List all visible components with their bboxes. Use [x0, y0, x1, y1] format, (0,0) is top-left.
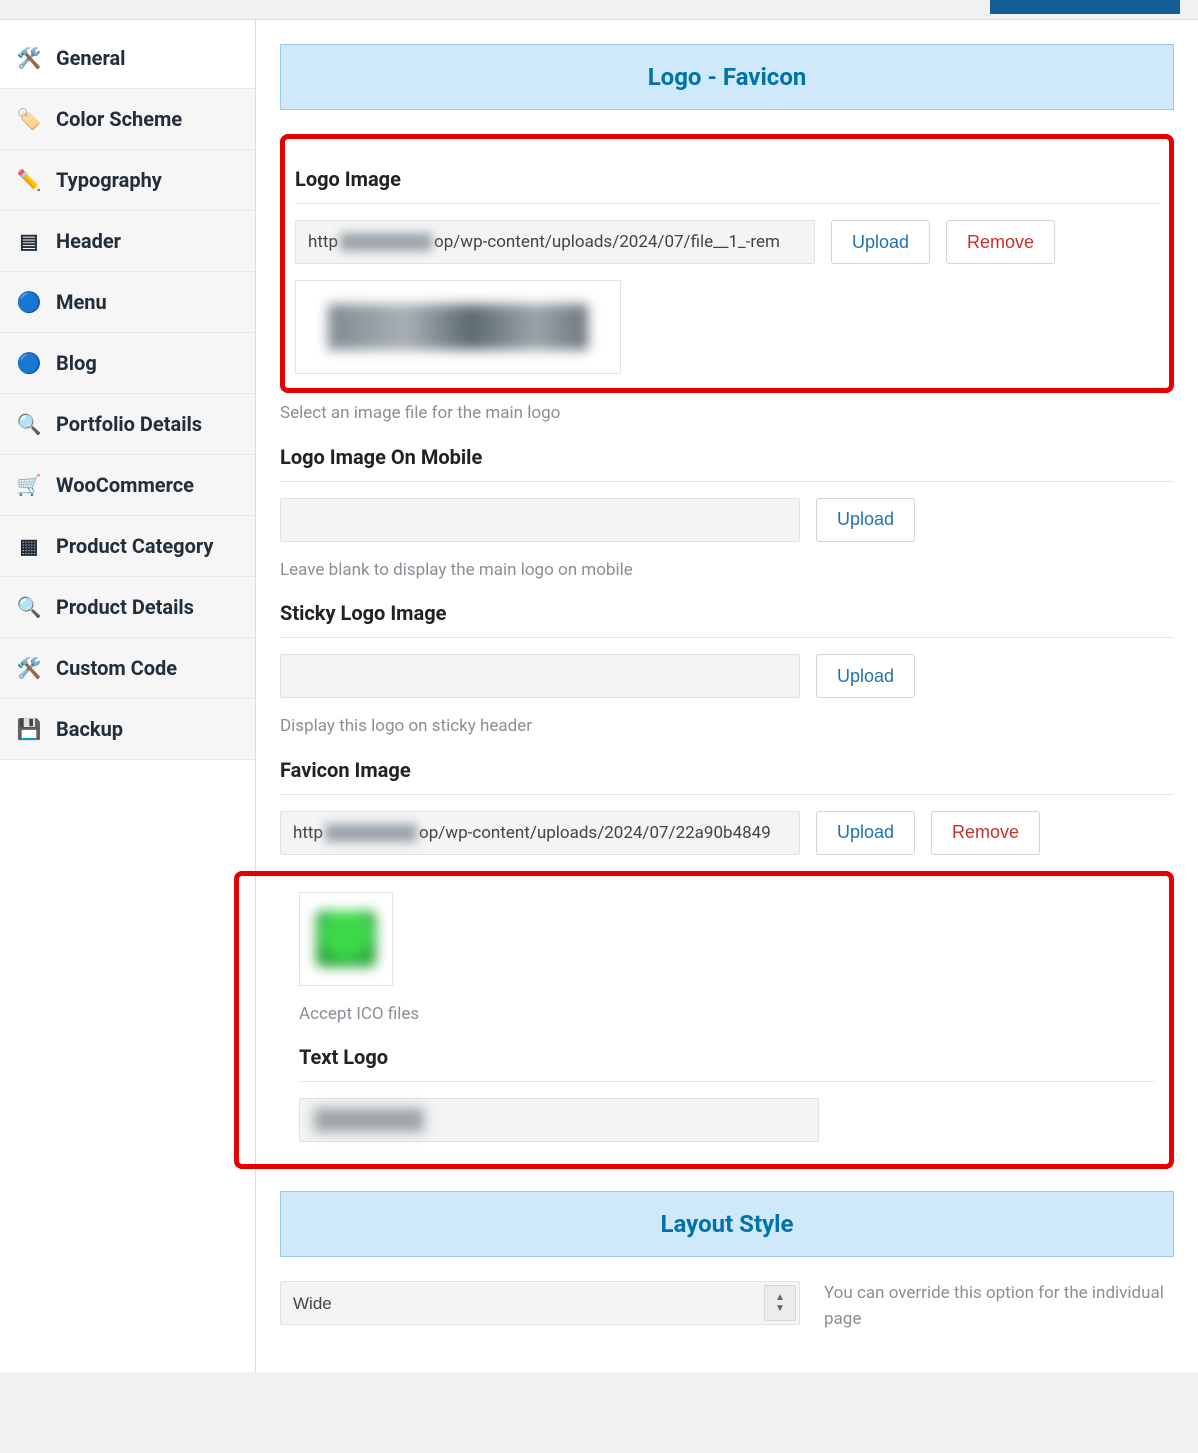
sidebar-item-label: Header	[56, 229, 121, 253]
redacted-host	[340, 233, 432, 251]
sidebar-item-label: Typography	[56, 168, 162, 192]
upload-button[interactable]: Upload	[831, 220, 930, 264]
sidebar-item-label: Portfolio Details	[56, 412, 202, 436]
disk-icon: 💾	[18, 718, 40, 740]
sidebar-item-portfolio-details[interactable]: 🔍 Portfolio Details	[0, 394, 255, 455]
cart-icon: 🛒	[18, 474, 40, 496]
logo-image-desc: Select an image file for the main logo	[280, 401, 800, 427]
logo-mobile-input[interactable]	[280, 498, 800, 542]
main-panel: Logo - Favicon Logo Image httpop/wp-cont…	[255, 20, 1198, 1372]
section-banner-logo-favicon: Logo - Favicon	[280, 44, 1174, 110]
sidebar-item-label: Custom Code	[56, 656, 177, 680]
circle-icon: 🔵	[18, 291, 40, 313]
sticky-logo-input[interactable]	[280, 654, 800, 698]
sidebar-item-header[interactable]: ▤ Header	[0, 211, 255, 272]
sidebar-item-product-category[interactable]: ▦ Product Category	[0, 516, 255, 577]
logo-image-url-input[interactable]: httpop/wp-content/uploads/2024/07/file__…	[295, 220, 815, 264]
tools-icon: 🛠️	[18, 657, 40, 679]
sidebar-item-general[interactable]: 🛠️ General	[0, 28, 255, 89]
upload-button[interactable]: Upload	[816, 654, 915, 698]
sticky-logo-desc: Display this logo on sticky header	[280, 714, 800, 740]
sidebar-item-label: Color Scheme	[56, 107, 182, 131]
sidebar-item-label: Blog	[56, 351, 97, 375]
select-arrows-icon: ▲▼	[764, 1285, 796, 1321]
logo-image-preview	[295, 280, 621, 374]
favicon-desc: Accept ICO files	[299, 1002, 819, 1028]
highlight-favicon-textlogo: Accept ICO files Text Logo	[234, 871, 1174, 1170]
tag-icon: 🏷️	[18, 108, 40, 130]
sidebar-item-color-scheme[interactable]: 🏷️ Color Scheme	[0, 89, 255, 150]
text-logo-blurred	[314, 1108, 424, 1132]
sidebar-item-backup[interactable]: 💾 Backup	[0, 699, 255, 760]
layout-select[interactable]: Wide	[280, 1281, 800, 1325]
sidebar-item-custom-code[interactable]: 🛠️ Custom Code	[0, 638, 255, 699]
sidebar-item-product-details[interactable]: 🔍 Product Details	[0, 577, 255, 638]
sidebar-item-label: Menu	[56, 290, 107, 314]
rows-icon: ▤	[18, 230, 40, 252]
redacted-host	[325, 824, 417, 842]
text-logo-input[interactable]	[299, 1098, 819, 1142]
section-banner-layout-style: Layout Style	[280, 1191, 1174, 1257]
magnify-icon: 🔍	[18, 596, 40, 618]
upload-button[interactable]: Upload	[816, 811, 915, 855]
tools-icon: 🛠️	[18, 47, 40, 69]
pencil-icon: ✏️	[18, 169, 40, 191]
favicon-url-input[interactable]: httpop/wp-content/uploads/2024/07/22a90b…	[280, 811, 800, 855]
sidebar-item-woocommerce[interactable]: 🛒 WooCommerce	[0, 455, 255, 516]
field-label-sticky-logo: Sticky Logo Image	[280, 601, 1174, 625]
highlight-logo-image: Logo Image httpop/wp-content/uploads/202…	[280, 134, 1174, 393]
upload-button[interactable]: Upload	[816, 498, 915, 542]
logo-mobile-desc: Leave blank to display the main logo on …	[280, 558, 800, 584]
field-label-favicon: Favicon Image	[280, 758, 1174, 782]
field-label-text-logo: Text Logo	[299, 1045, 1155, 1069]
sidebar-item-typography[interactable]: ✏️ Typography	[0, 150, 255, 211]
sidebar-item-label: Product Details	[56, 595, 194, 619]
sidebar-item-label: General	[56, 46, 125, 70]
circle-icon: 🔵	[18, 352, 40, 374]
layout-desc: You can override this option for the ind…	[824, 1281, 1164, 1332]
field-label-logo-image: Logo Image	[295, 167, 1159, 191]
topbar	[0, 0, 1198, 20]
sidebar-item-label: Product Category	[56, 534, 213, 558]
sidebar-item-label: WooCommerce	[56, 473, 194, 497]
field-label-logo-mobile: Logo Image On Mobile	[280, 445, 1174, 469]
grid-icon: ▦	[18, 535, 40, 557]
magnify-icon: 🔍	[18, 413, 40, 435]
sidebar-item-label: Backup	[56, 717, 123, 741]
topbar-action-strip[interactable]	[990, 0, 1180, 14]
sidebar-item-menu[interactable]: 🔵 Menu	[0, 272, 255, 333]
remove-button[interactable]: Remove	[931, 811, 1040, 855]
logo-preview-blurred	[328, 304, 588, 350]
sidebar-item-blog[interactable]: 🔵 Blog	[0, 333, 255, 394]
favicon-preview	[299, 892, 393, 986]
settings-sidebar: 🛠️ General 🏷️ Color Scheme ✏️ Typography…	[0, 20, 255, 1372]
favicon-preview-blurred	[316, 911, 376, 967]
remove-button[interactable]: Remove	[946, 220, 1055, 264]
